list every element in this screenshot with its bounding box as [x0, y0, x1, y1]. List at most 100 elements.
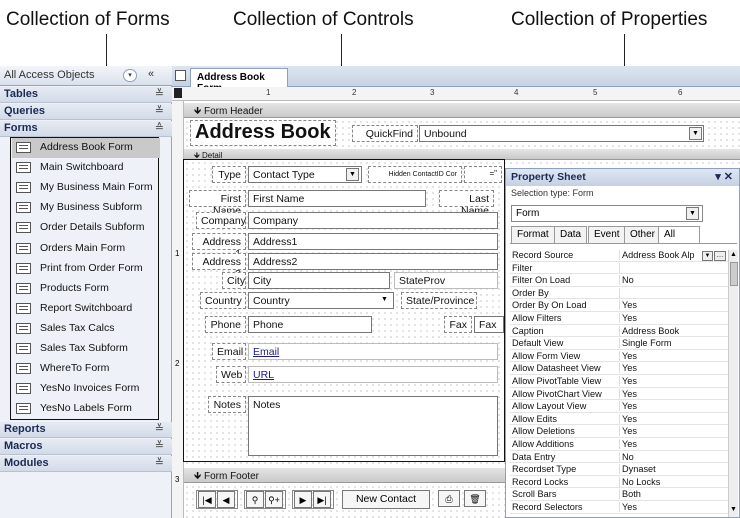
last-record-icon[interactable]: ▶|	[313, 491, 331, 508]
nav-pane-header[interactable]: All Access Objects ▾ «	[0, 66, 172, 86]
property-row[interactable]: Record Locks No Locks	[510, 476, 728, 489]
delete-icon[interactable]: 🗑	[464, 490, 486, 507]
property-value[interactable]: Yes	[622, 502, 726, 512]
property-row[interactable]: Filter	[510, 262, 728, 275]
hidden-contactid-label[interactable]: Hidden ContactID Cor	[368, 166, 462, 183]
property-value[interactable]: Yes	[622, 300, 726, 310]
print-icon[interactable]: ⎙	[438, 490, 460, 507]
property-row[interactable]: Default View Single Form	[510, 338, 728, 350]
property-row[interactable]: Record Source Address Book Alp	[510, 250, 728, 262]
property-row[interactable]: Allow Edits Yes	[510, 413, 728, 426]
property-value[interactable]: No Locks	[622, 477, 726, 487]
web-field[interactable]: URL	[248, 366, 498, 383]
web-label[interactable]: Web	[216, 366, 246, 383]
property-value[interactable]: Yes	[622, 426, 726, 436]
type-combo[interactable]: Contact Type	[248, 166, 362, 183]
property-sheet-scrollbar[interactable]: ▲ ▼	[728, 250, 738, 517]
property-row[interactable]: Allow PivotTable View Yes	[510, 376, 728, 388]
property-value[interactable]: Yes	[622, 414, 726, 424]
nav-form-item[interactable]: Sales Tax Calcs	[12, 319, 160, 339]
new-contact-button[interactable]: New Contact	[342, 490, 430, 509]
property-value[interactable]: Yes	[622, 401, 726, 411]
chevron-down-icon[interactable]: ▼	[689, 127, 702, 140]
property-row[interactable]: Allow Additions Yes	[510, 439, 728, 451]
property-row[interactable]: Data Entry No	[510, 451, 728, 464]
tab-other[interactable]: Other	[624, 226, 662, 243]
property-row[interactable]: Caption Address Book	[510, 325, 728, 338]
property-row[interactable]: Recordset Type Dynaset	[510, 464, 728, 476]
tab-format[interactable]: Format	[511, 226, 555, 243]
property-row[interactable]: Scroll Bars Both	[510, 489, 728, 501]
nav-group-macros[interactable]: Macros ≚	[0, 439, 172, 455]
object-selector[interactable]: Form	[511, 205, 703, 222]
form-selector-icon[interactable]	[174, 88, 182, 98]
scroll-thumb[interactable]	[730, 262, 738, 286]
property-row[interactable]: Order By	[510, 287, 728, 300]
property-row[interactable]: Allow Form View Yes	[510, 350, 728, 363]
nav-group-reports[interactable]: Reports ≚	[0, 422, 172, 438]
property-sheet-title-bar[interactable]: Property Sheet ▾ ✕	[506, 169, 739, 186]
next-record-icon[interactable]: ▶	[294, 491, 312, 508]
nav-form-item[interactable]: My Business Subform	[12, 198, 160, 218]
property-value[interactable]: No	[622, 275, 726, 285]
nav-form-item[interactable]: Products Form	[12, 279, 160, 299]
find-next-icon[interactable]: ⚲+	[265, 491, 283, 508]
notes-field[interactable]: Notes	[248, 396, 498, 456]
tab-data[interactable]: Data	[554, 226, 588, 243]
form-title-label[interactable]: Address Book	[190, 120, 336, 146]
nav-group-tables[interactable]: Tables ≚	[0, 87, 172, 103]
property-row[interactable]: Allow Datasheet View Yes	[510, 363, 728, 375]
first-name-label[interactable]: First Name	[189, 190, 246, 217]
close-icon[interactable]: ▾ ✕	[715, 170, 733, 183]
property-value[interactable]: Address Book	[622, 326, 726, 336]
property-row[interactable]: Filter On Load No	[510, 275, 728, 287]
property-value[interactable]: Yes	[622, 313, 726, 323]
nav-group-forms[interactable]: Forms ≙	[0, 121, 172, 137]
country-label[interactable]: Country	[200, 292, 246, 309]
nav-form-item[interactable]: Report Switchboard	[12, 299, 160, 319]
notes-label[interactable]: Notes	[208, 396, 246, 413]
stateprov-field[interactable]: StateProv	[394, 272, 498, 289]
nav-form-item[interactable]: Order Details Subform	[12, 218, 160, 238]
city-field[interactable]: City	[248, 272, 390, 289]
quickfind-label[interactable]: QuickFind	[352, 125, 418, 142]
tab-event[interactable]: Event	[588, 226, 626, 243]
nav-form-item[interactable]: Main Switchboard	[12, 158, 160, 178]
hidden-contactid-field[interactable]: ="	[464, 166, 502, 183]
nav-form-item[interactable]: WhereTo Form	[12, 359, 160, 379]
property-value[interactable]: Both	[622, 489, 726, 499]
nav-form-item[interactable]: Sales Tax Subform	[12, 339, 160, 359]
company-field[interactable]: Company	[248, 212, 498, 229]
binoculars-icon[interactable]: ⚲	[246, 491, 264, 508]
quickfind-combo[interactable]: Unbound	[419, 125, 704, 142]
phone-label[interactable]: Phone	[205, 316, 246, 333]
address2-label[interactable]: Address 2	[192, 253, 246, 280]
form-header-bar[interactable]: 🡻 Form Header	[184, 103, 740, 118]
chevron-down-icon[interactable]: ▼	[346, 168, 359, 181]
email-label[interactable]: Email	[212, 343, 246, 360]
chevron-down-icon[interactable]: ▼	[686, 207, 699, 220]
state-province-label[interactable]: State/Province	[401, 292, 477, 309]
fax-field[interactable]: Fax	[474, 316, 504, 333]
nav-form-item[interactable]: YesNo Labels Form	[12, 399, 160, 419]
property-value[interactable]: No	[622, 452, 726, 462]
property-value[interactable]: Yes	[622, 351, 726, 361]
previous-record-icon[interactable]: ◀	[217, 491, 235, 508]
property-row[interactable]: Allow Filters Yes	[510, 313, 728, 325]
nav-form-item[interactable]: My Business Main Form	[12, 178, 160, 198]
nav-form-item[interactable]: YesNo Invoices Form	[12, 379, 160, 399]
tab-all[interactable]: All	[658, 226, 700, 244]
property-row[interactable]: Allow Deletions Yes	[510, 426, 728, 438]
property-value[interactable]: Single Form	[622, 338, 726, 348]
first-name-field[interactable]: First Name	[248, 190, 426, 207]
address1-field[interactable]: Address1	[248, 233, 498, 250]
address2-field[interactable]: Address2	[248, 253, 498, 270]
phone-field[interactable]: Phone	[248, 316, 372, 333]
property-value[interactable]: Yes	[622, 363, 726, 373]
country-combo[interactable]: Country	[248, 292, 394, 309]
property-value[interactable]: Yes	[622, 376, 726, 386]
nav-form-item[interactable]: Orders Main Form	[12, 239, 160, 259]
property-value[interactable]: Yes	[622, 439, 726, 449]
property-row[interactable]: Allow Layout View Yes	[510, 401, 728, 413]
tab-address-book-form[interactable]: Address Book Form	[190, 68, 288, 94]
